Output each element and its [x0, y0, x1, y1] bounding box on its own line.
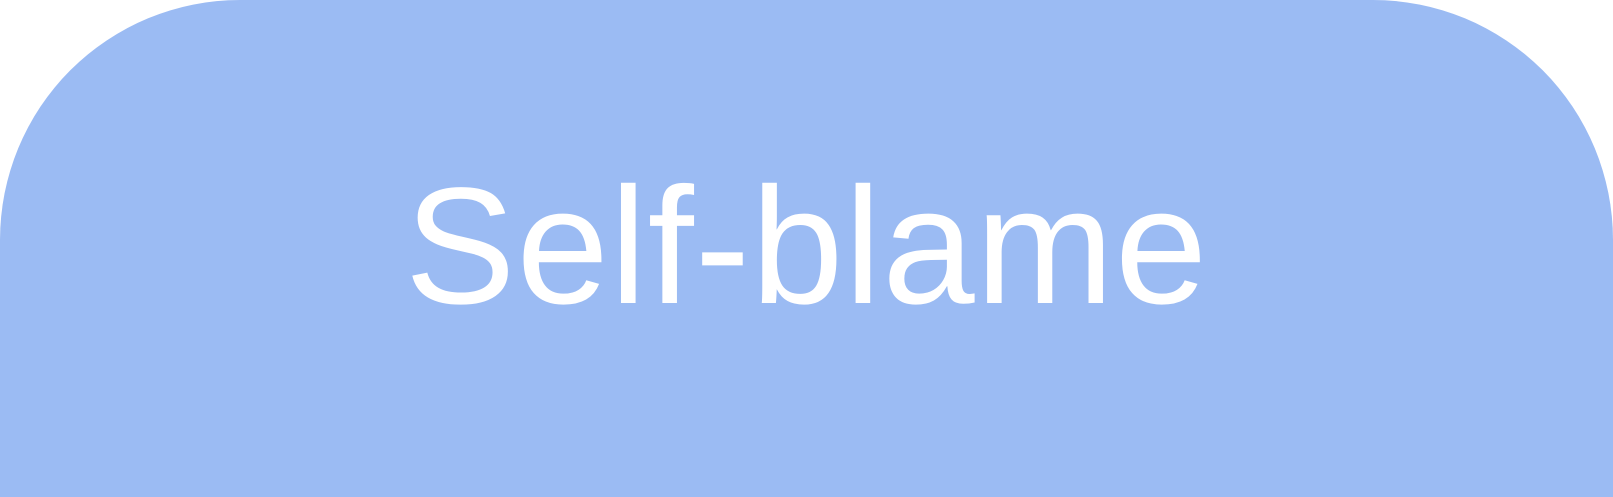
self-blame-tag: Self-blame — [0, 0, 1613, 497]
tag-label: Self-blame — [404, 153, 1209, 339]
